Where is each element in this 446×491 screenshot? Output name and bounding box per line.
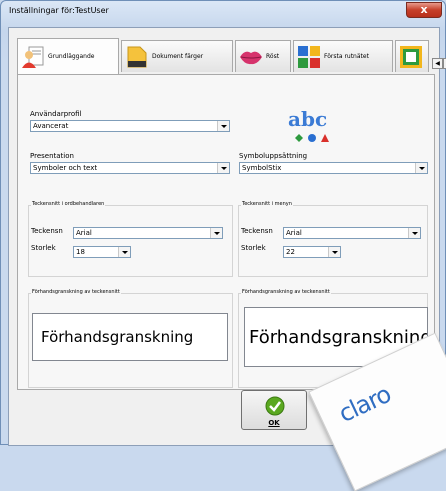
tab-dokument-farger[interactable]: Dokument färger: [121, 40, 233, 72]
chevron-down-icon: [210, 228, 222, 238]
person-icon: [22, 46, 44, 68]
editor-font-group-label: Teckensnitt i ordbehandlaren: [31, 201, 106, 207]
tab-label: Grundläggande: [48, 53, 95, 60]
document-icon: [127, 46, 147, 67]
editor-font-value: Arial: [76, 229, 92, 237]
tab-rost[interactable]: Röst: [235, 40, 291, 72]
presentation-value: Symboler och text: [33, 164, 98, 172]
settings-window: Inställningar för:TestUser x Grundläggan…: [0, 0, 446, 491]
tab-grundlaggande[interactable]: Grundläggande: [17, 38, 119, 74]
chevron-down-icon: [328, 247, 340, 257]
menu-font-group-label: Teckensnitt i menyn: [241, 201, 293, 207]
editor-size-value: 18: [76, 248, 85, 256]
chevron-down-icon: [118, 247, 130, 257]
chevron-down-icon: [408, 228, 420, 238]
editor-size-label: Storlek: [31, 244, 56, 252]
tab-scroll-arrows: ◀ ▶: [432, 58, 446, 69]
presentation-select[interactable]: Symboler och text: [30, 162, 230, 174]
tab-strip: Grundläggande Dokument färger Röst Först…: [17, 38, 446, 74]
shapes-icon: [295, 134, 329, 142]
editor-font-group: [28, 205, 233, 277]
menu-preview-text: Förhandsgranskning: [249, 326, 428, 348]
menu-size-select[interactable]: 22: [283, 246, 341, 258]
presentation-label: Presentation: [30, 152, 74, 160]
frame-icon: [400, 45, 422, 68]
menu-size-value: 22: [286, 248, 295, 256]
editor-font-label: Teckensn: [31, 227, 63, 235]
profile-value: Avancerat: [33, 122, 69, 130]
menu-font-select[interactable]: Arial: [283, 227, 421, 239]
lips-icon: [240, 51, 262, 64]
tab-scroll-left-button[interactable]: ◀: [432, 58, 443, 69]
symbol-preview-text: abc: [288, 107, 328, 131]
title-bar[interactable]: Inställningar för:TestUser x: [1, 1, 446, 25]
menu-font-label: Teckensn: [241, 227, 273, 235]
window-title: Inställningar för:TestUser: [9, 6, 109, 15]
profile-select[interactable]: Avancerat: [30, 120, 230, 132]
editor-preview-group-label: Förhandsgranskning av teckensnitt: [31, 289, 121, 295]
chevron-down-icon: [217, 121, 229, 131]
chevron-down-icon: [217, 163, 229, 173]
menu-font-group: [238, 205, 428, 277]
tab-label: Första rutnätet: [324, 53, 369, 60]
profile-label: Användarprofil: [30, 110, 82, 118]
editor-preview-text: Förhandsgranskning: [41, 328, 194, 346]
symbolset-label: Symboluppsättning: [239, 152, 308, 160]
menu-size-label: Storlek: [241, 244, 266, 252]
close-button[interactable]: x: [406, 2, 442, 18]
editor-font-preview: Förhandsgranskning: [32, 313, 228, 361]
tab-forsta-rutnatet[interactable]: Första rutnätet: [293, 40, 393, 72]
chevron-down-icon: [415, 163, 427, 173]
editor-font-select[interactable]: Arial: [73, 227, 223, 239]
ok-button[interactable]: OK: [241, 390, 307, 430]
tab-page-grundlaggande: Användarprofil Avancerat abc Presentatio…: [17, 74, 435, 390]
editor-size-select[interactable]: 18: [73, 246, 131, 258]
menu-font-value: Arial: [286, 229, 302, 237]
check-icon: [265, 396, 285, 416]
claro-logo-text: claro: [334, 380, 395, 429]
tab-layout[interactable]: [395, 40, 429, 72]
menu-preview-group-label: Förhandsgranskning av teckensnitt: [241, 289, 331, 295]
grid-icon: [298, 45, 320, 68]
tab-label: Röst: [266, 53, 280, 60]
ok-label: OK: [268, 419, 280, 427]
symbolset-select[interactable]: SymbolStix: [239, 162, 428, 174]
tab-label: Dokument färger: [152, 53, 204, 60]
symbolset-value: SymbolStix: [242, 164, 282, 172]
